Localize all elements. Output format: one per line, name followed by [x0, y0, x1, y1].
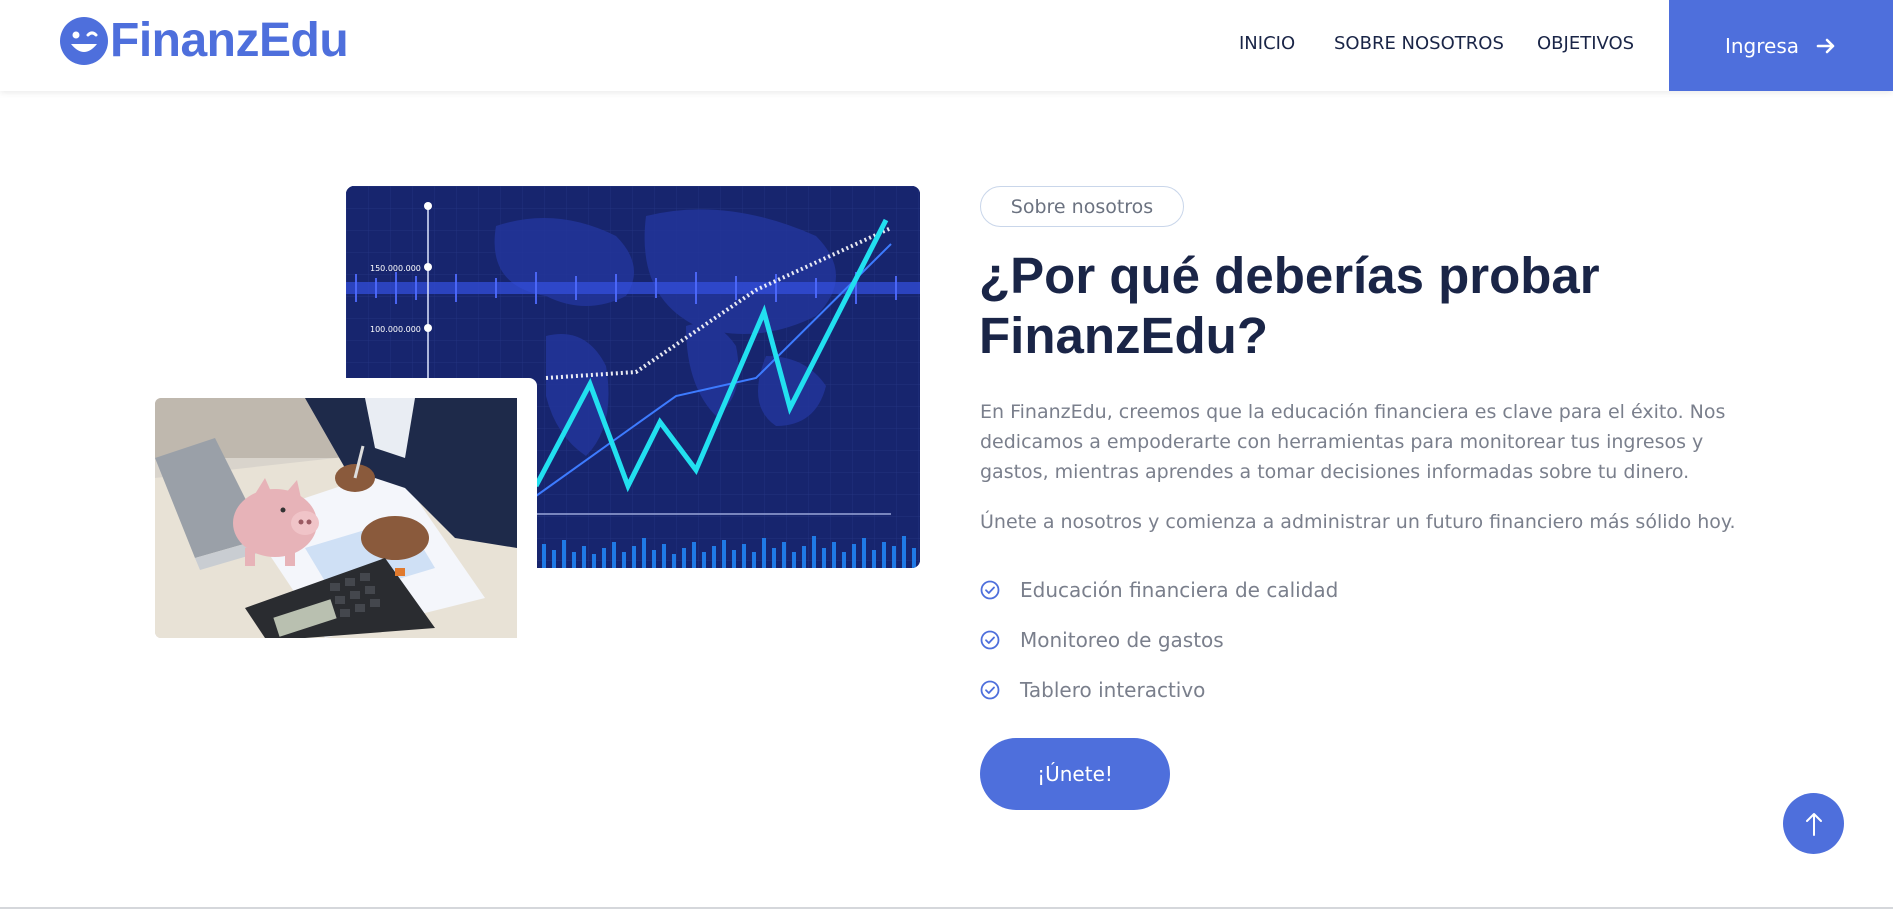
arrow-right-icon: [1816, 38, 1835, 53]
check-circle-icon: [980, 630, 1000, 650]
check-circle-icon: [980, 580, 1000, 600]
feature-list: Educación financiera de calidad Monitore…: [980, 565, 1338, 715]
back-to-top-button[interactable]: [1783, 793, 1844, 854]
nav-inicio[interactable]: INICIO: [1239, 33, 1295, 54]
about-paragraph-1: En FinanzEdu, creemos que la educación f…: [980, 401, 1726, 483]
list-item: Educación financiera de calidad: [980, 565, 1338, 615]
nav-sobre-nosotros[interactable]: SOBRE NOSOTROS: [1334, 33, 1504, 54]
section-tag: Sobre nosotros: [980, 186, 1184, 227]
smiley-wink-icon: [60, 17, 108, 65]
check-circle-icon: [980, 680, 1000, 700]
feature-label: Tablero interactivo: [1020, 678, 1206, 702]
feature-label: Educación financiera de calidad: [1020, 578, 1339, 602]
page-bottom-divider: [0, 907, 1893, 909]
axis-label-100m: 100.000.000: [370, 325, 421, 334]
piggy-bank-calculator-photo: [155, 398, 517, 638]
list-item: Monitoreo de gastos: [980, 615, 1338, 665]
list-item: Tablero interactivo: [980, 665, 1338, 715]
piggy-bank-calculator-graphic: [155, 398, 517, 638]
brand-logo[interactable]: FinanzEdu: [59, 14, 349, 67]
feature-label: Monitoreo de gastos: [1020, 628, 1224, 652]
brand-name: FinanzEdu: [110, 14, 349, 67]
nav-objetivos[interactable]: OBJETIVOS: [1537, 33, 1634, 54]
section-title: ¿Por qué deberías probar FinanzEdu?: [979, 247, 1600, 364]
ingresa-label: Ingresa: [1724, 33, 1800, 58]
arrow-up-icon: [1805, 812, 1822, 836]
site-header: FinanzEdu INICIO SOBRE NOSOTROS OBJETIVO…: [0, 0, 1893, 91]
ingresa-button[interactable]: Ingresa: [1669, 0, 1893, 91]
about-paragraph-2: Únete a nosotros y comienza a administra…: [980, 511, 1736, 533]
axis-label-150m: 150.000.000: [370, 264, 421, 273]
join-button[interactable]: ¡Únete!: [980, 738, 1170, 810]
